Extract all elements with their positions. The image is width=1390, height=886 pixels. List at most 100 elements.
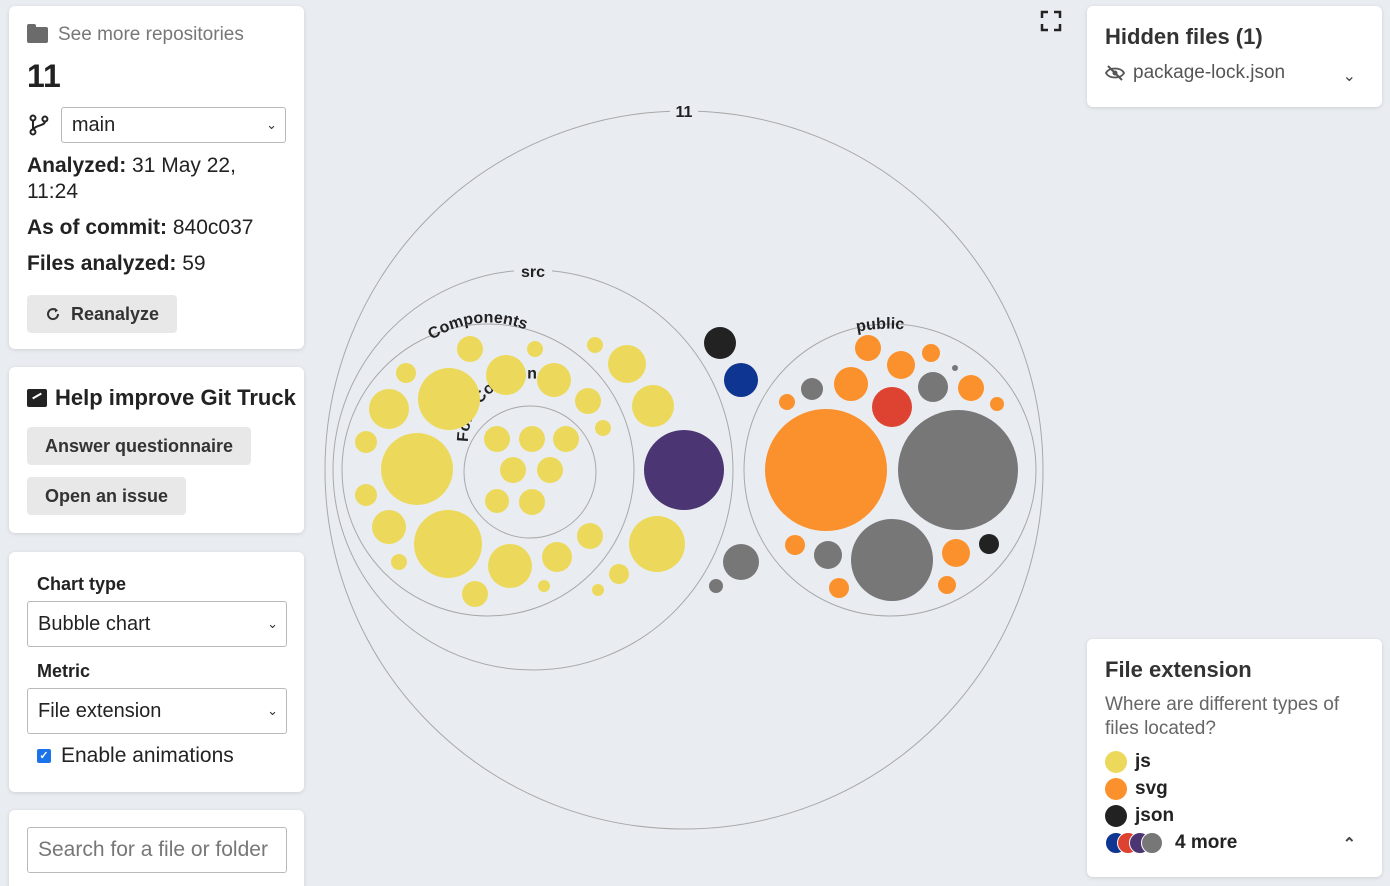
file-bubble-js bbox=[396, 363, 416, 383]
legend-item-svg: svg bbox=[1105, 778, 1364, 800]
file-bubble-js bbox=[391, 554, 407, 570]
file-bubble-js bbox=[537, 363, 571, 397]
file-bubble-svg bbox=[855, 335, 881, 361]
repository-name: 11 bbox=[27, 58, 61, 94]
legend-dot-js bbox=[1105, 751, 1127, 773]
file-bubble-js bbox=[632, 385, 674, 427]
hidden-files-card: Hidden files (1) package-lock.json ⌄ bbox=[1087, 6, 1382, 107]
file-bubble-js bbox=[484, 426, 510, 452]
file-bubble-js bbox=[575, 388, 601, 414]
hidden-files-title: Hidden files (1) bbox=[1105, 24, 1263, 49]
file-bubble-js bbox=[608, 345, 646, 383]
search-input[interactable] bbox=[27, 827, 287, 873]
file-bubble-js bbox=[457, 336, 483, 362]
open-issue-button[interactable]: Open an issue bbox=[27, 477, 187, 515]
file-bubble-js bbox=[577, 523, 603, 549]
file-bubble-js bbox=[519, 426, 545, 452]
hidden-file-item[interactable]: package-lock.json ⌄ bbox=[1105, 62, 1364, 86]
reanalyze-button[interactable]: Reanalyze bbox=[27, 295, 178, 333]
file-bubble-js bbox=[369, 389, 409, 429]
file-bubble-gray bbox=[801, 378, 823, 400]
see-more-repositories-label[interactable]: See more repositories bbox=[58, 24, 244, 46]
file-bubble-svg bbox=[829, 578, 849, 598]
chevron-up-icon[interactable]: ⌃ bbox=[1343, 834, 1356, 854]
chevron-down-icon: ⌄ bbox=[267, 616, 278, 631]
commit-value: 840c037 bbox=[167, 216, 254, 239]
file-bubble-js bbox=[355, 484, 377, 506]
file-bubble-js bbox=[355, 431, 377, 453]
chevron-down-icon: ⌄ bbox=[267, 703, 278, 718]
chart-type-select[interactable]: Bubble chart ⌄ bbox=[27, 601, 287, 647]
metric-label: Metric bbox=[37, 661, 91, 681]
file-bubble-gray bbox=[723, 544, 759, 580]
commit-info: As of commit: 840c037 bbox=[27, 215, 286, 241]
see-more-repositories-link[interactable]: See more repositories bbox=[27, 24, 286, 46]
help-title: Help improve Git Truck bbox=[27, 385, 296, 411]
branch-select[interactable]: main ⌄ bbox=[60, 107, 286, 143]
folder-icon bbox=[27, 24, 48, 43]
legend-label-svg: svg bbox=[1135, 778, 1168, 799]
file-bubble-js bbox=[592, 584, 604, 596]
file-bubble-js bbox=[609, 564, 629, 584]
legend-dot-svg bbox=[1105, 778, 1127, 800]
file-bubble-js bbox=[629, 516, 685, 572]
eye-off-icon bbox=[1105, 65, 1125, 81]
file-bubble-js bbox=[537, 457, 563, 483]
file-bubble-js bbox=[538, 580, 550, 592]
files-analyzed-info: Files analyzed: 59 bbox=[27, 251, 286, 277]
legend-label-js: js bbox=[1135, 751, 1151, 772]
file-bubble-js bbox=[462, 581, 488, 607]
file-bubble-js bbox=[595, 420, 611, 436]
help-title-label: Help improve Git Truck bbox=[55, 385, 296, 410]
file-bubble-js bbox=[488, 544, 532, 588]
legend-dot-json bbox=[1105, 805, 1127, 827]
file-bubble-gray bbox=[851, 519, 933, 601]
branch-row: main ⌄ bbox=[27, 107, 286, 143]
file-bubble-gray bbox=[898, 410, 1018, 530]
file-bubble-js bbox=[587, 337, 603, 353]
metric-select[interactable]: File extension ⌄ bbox=[27, 688, 287, 734]
file-bubble-blue bbox=[724, 363, 758, 397]
file-bubble-gray bbox=[709, 579, 723, 593]
chevron-down-icon[interactable]: ⌄ bbox=[1343, 66, 1356, 86]
public-files bbox=[765, 335, 1018, 601]
files-analyzed-value: 59 bbox=[176, 252, 206, 275]
file-bubble-js bbox=[486, 355, 526, 395]
legend-label-json: json bbox=[1135, 805, 1175, 826]
branch-select-value: main bbox=[71, 113, 116, 136]
legend-dot-gray bbox=[1141, 832, 1163, 854]
legend-more-label[interactable]: 4 more bbox=[1175, 832, 1237, 854]
legend-item-js: js bbox=[1105, 751, 1364, 773]
file-bubble-svg bbox=[990, 397, 1004, 411]
file-bubble-js bbox=[519, 489, 545, 515]
commit-label: As of commit: bbox=[27, 216, 168, 239]
enable-animations-label[interactable]: Enable animations bbox=[61, 744, 234, 768]
file-bubble-red bbox=[872, 387, 912, 427]
file-bubble-js bbox=[372, 510, 406, 544]
enable-animations-row[interactable]: ✓ Enable animations bbox=[37, 744, 286, 768]
legend-description: Where are different types of files locat… bbox=[1105, 694, 1340, 739]
answer-questionnaire-button[interactable]: Answer questionnaire bbox=[27, 427, 252, 465]
file-bubble-svg bbox=[942, 539, 970, 567]
chevron-down-icon: ⌄ bbox=[266, 117, 277, 132]
file-bubble-purple bbox=[644, 430, 724, 510]
file-bubble-gray bbox=[814, 541, 842, 569]
fullscreen-icon[interactable] bbox=[1040, 10, 1062, 32]
hidden-file-name: package-lock.json bbox=[1133, 62, 1286, 83]
chart-type-value: Bubble chart bbox=[38, 612, 151, 635]
file-bubble-json bbox=[704, 327, 736, 359]
git-branch-icon bbox=[29, 114, 49, 136]
file-bubble-svg bbox=[922, 344, 940, 362]
file-bubble-gray bbox=[918, 372, 948, 402]
enable-animations-checkbox[interactable]: ✓ bbox=[37, 749, 51, 763]
file-bubble-svg bbox=[785, 535, 805, 555]
file-bubble-js bbox=[542, 542, 572, 572]
file-bubble-svg bbox=[779, 394, 795, 410]
legend-title: File extension bbox=[1105, 657, 1252, 682]
file-bubble-svg bbox=[938, 576, 956, 594]
search-card bbox=[9, 810, 304, 886]
file-bubble-js bbox=[381, 433, 453, 505]
file-bubble-svg bbox=[887, 351, 915, 379]
file-bubble-svg bbox=[958, 375, 984, 401]
legend-more-toggle[interactable]: 4 more ⌃ bbox=[1105, 832, 1364, 854]
